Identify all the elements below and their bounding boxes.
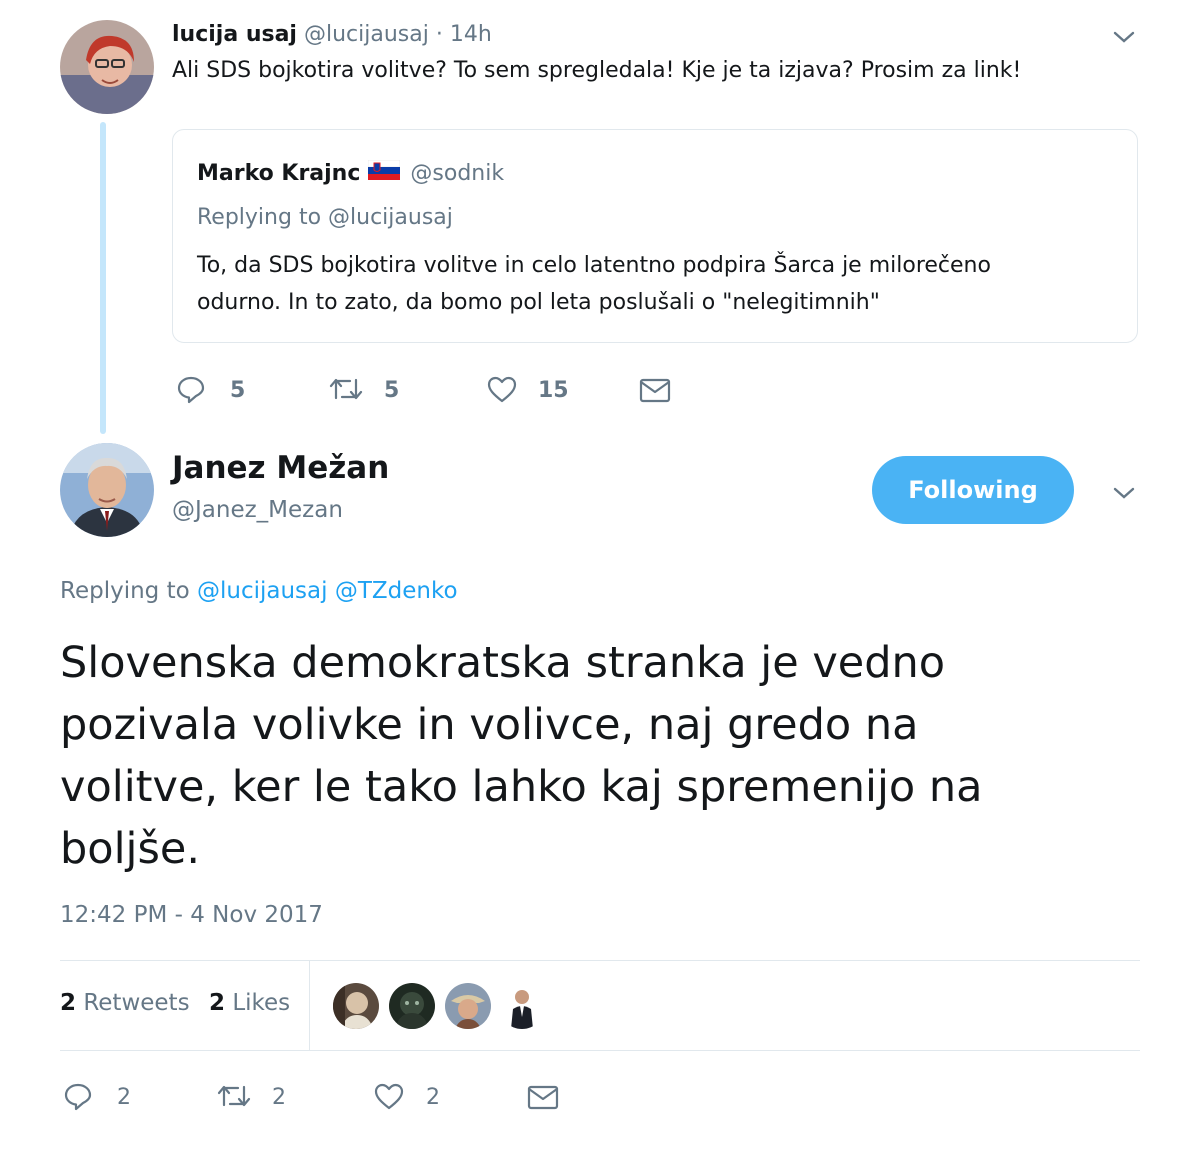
main-replying-label: Replying to bbox=[60, 578, 190, 604]
reply-time[interactable]: 14h bbox=[450, 22, 492, 47]
retweet-icon[interactable] bbox=[328, 374, 364, 404]
main-text-line3: volitve, ker le tako lahko kaj spremenij… bbox=[60, 762, 983, 812]
avatar-lucija[interactable] bbox=[60, 20, 154, 114]
reply-tweet-text: Ali SDS bojkotira volitve? To sem spregl… bbox=[172, 58, 1022, 83]
liker-avatar-4[interactable] bbox=[499, 983, 545, 1029]
quoted-header: Marko Krajnc @sodnik bbox=[197, 159, 505, 186]
quoted-author-handle: @sodnik bbox=[410, 160, 505, 186]
retweets-stat[interactable]: 2 Retweets bbox=[60, 990, 190, 1016]
slovenia-flag-icon bbox=[368, 159, 401, 186]
direct-message-icon[interactable] bbox=[638, 376, 672, 404]
liker-avatar-2[interactable] bbox=[389, 983, 435, 1029]
stats-bottom-divider bbox=[60, 1050, 1140, 1051]
tweet-timestamp[interactable]: 12:42 PM - 4 Nov 2017 bbox=[60, 902, 323, 928]
quoted-replying-label: Replying to bbox=[197, 205, 322, 230]
reply-count: 5 bbox=[230, 378, 246, 403]
quoted-text-line2: odurno. In to zato, da bomo pol leta pos… bbox=[197, 290, 880, 315]
main-like-count: 2 bbox=[426, 1085, 440, 1110]
main-reply-count: 2 bbox=[117, 1085, 131, 1110]
stats-top-divider bbox=[60, 960, 1140, 961]
main-text-line4: boljše. bbox=[60, 824, 201, 874]
thread-line bbox=[100, 122, 106, 434]
likes-count: 2 bbox=[209, 990, 226, 1016]
reply-tweet-header: lucija usaj @lucijausaj · 14h bbox=[172, 22, 492, 47]
following-button[interactable]: Following bbox=[872, 456, 1074, 524]
main-text-line1: Slovenska demokratska stranka je vedno bbox=[60, 638, 946, 688]
reply-author-name[interactable]: lucija usaj bbox=[172, 22, 297, 47]
reply-icon[interactable] bbox=[176, 374, 206, 404]
main-text-line2: pozivala volivke in volivce, naj gredo n… bbox=[60, 700, 919, 750]
retweet-count: 5 bbox=[384, 378, 400, 403]
likes-stat[interactable]: 2 Likes bbox=[209, 990, 290, 1016]
main-tweet-text: Slovenska demokratska stranka je vedno p… bbox=[60, 632, 983, 880]
replying-handle-lucijausaj[interactable]: @lucijausaj bbox=[197, 578, 328, 604]
separator-dot: · bbox=[435, 22, 443, 47]
quoted-text-line1: To, da SDS bojkotira volitve in celo lat… bbox=[197, 253, 991, 278]
main-retweet-icon[interactable] bbox=[216, 1081, 252, 1111]
reply-author-handle[interactable]: @lucijausaj bbox=[304, 22, 429, 47]
main-tweet-menu-chevron-icon[interactable] bbox=[1112, 484, 1136, 502]
main-author-handle[interactable]: @Janez_Mezan bbox=[172, 497, 343, 523]
replying-handle-tzdenko[interactable]: @TZdenko bbox=[335, 578, 458, 604]
liker-avatar-1[interactable] bbox=[333, 983, 379, 1029]
main-reply-icon[interactable] bbox=[63, 1081, 93, 1111]
liker-avatar-3[interactable] bbox=[445, 983, 491, 1029]
like-icon[interactable] bbox=[486, 374, 518, 404]
reply-tweet-menu-chevron-icon[interactable] bbox=[1112, 28, 1136, 46]
quoted-replying-to: Replying to @lucijausaj bbox=[197, 205, 453, 230]
main-like-icon[interactable] bbox=[373, 1081, 405, 1111]
likes-label: Likes bbox=[232, 990, 291, 1016]
main-direct-message-icon[interactable] bbox=[526, 1083, 560, 1111]
main-retweet-count: 2 bbox=[272, 1085, 286, 1110]
stats-vertical-divider bbox=[309, 961, 310, 1050]
quoted-author-name: Marko Krajnc bbox=[197, 160, 361, 186]
main-author-name[interactable]: Janez Mežan bbox=[172, 450, 389, 486]
main-replying-to: Replying to @lucijausaj @TZdenko bbox=[60, 578, 458, 604]
like-count: 15 bbox=[538, 378, 569, 403]
quoted-replying-handle: @lucijausaj bbox=[328, 205, 453, 230]
retweets-label: Retweets bbox=[83, 990, 190, 1016]
retweets-count: 2 bbox=[60, 990, 77, 1016]
avatar-janez[interactable] bbox=[60, 443, 154, 537]
